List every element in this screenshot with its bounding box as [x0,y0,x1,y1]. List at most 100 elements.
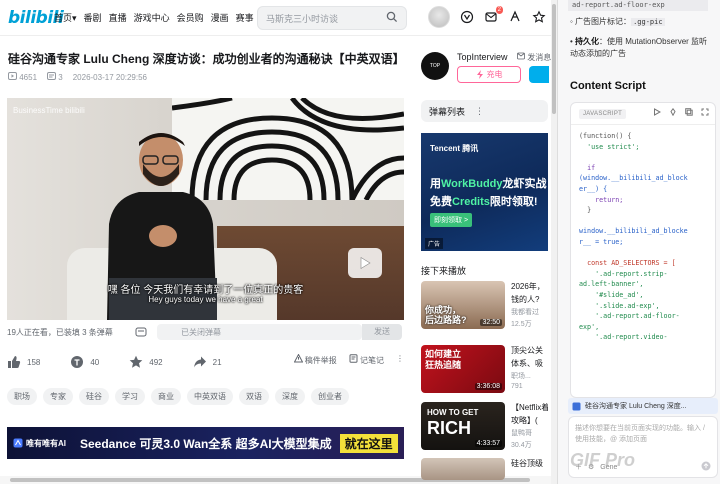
charge-button[interactable]: 充电 [457,66,521,83]
ad-label: 广告 [425,238,444,249]
danmaku-count: 3 [47,72,63,82]
play-button[interactable] [348,248,382,278]
code-language-label: JAVASCRIPT [579,108,627,119]
send-icon[interactable] [701,461,711,473]
play-count-icon [8,72,17,80]
tag[interactable]: 双语 [239,388,269,405]
user-avatar[interactable] [428,6,450,28]
tag[interactable]: 学习 [115,388,145,405]
extension-panel: ad-report.ad-floor-exp ◦ 广告图片标记： .gg-pic … [557,0,720,484]
recommend-thumbnail: 你成功， 后边路路? 32:50 [421,281,505,329]
nav-items: 首页▾ 番剧 直播 游戏中心 会员购 漫画 赛事 [54,11,254,24]
vertical-scrollbar-thumb[interactable] [552,4,556,114]
tag[interactable]: 专家 [43,388,73,405]
video-actions: 158 40 492 21 稿件举报 记笔记 ⋮ [7,352,404,372]
panel-code-snippet: ad-report.ad-floor-exp [568,0,708,11]
share-button[interactable]: 21 [193,355,222,369]
search-icon[interactable] [386,11,398,25]
recommend-thumbnail: HOW TO GET RICH 4:33:57 [421,402,505,450]
danmaku-toggle-icon[interactable] [135,326,147,340]
tag-list: 职场 专家 硅谷 学习 商业 中英双语 双语 深度 创业者 [7,388,349,405]
up-next-label: 接下来播放 [421,266,467,276]
danmaku-send-button[interactable]: 发送 [362,324,402,340]
sidebar-ad-cta[interactable]: 即刻领取 > [430,213,473,227]
danmaku-list-toggle[interactable]: 弹幕列表 ⋮ [421,100,548,122]
message-badge: 2 [495,6,503,14]
ad-banner-cta[interactable]: 就在这里 [339,433,398,453]
ad-banner-text: Seedance 可灵3.0 Wan全系 超多AI大模型集成 [80,436,332,451]
panel-bullet-persistence: • 持久化：使用 MutationObserver 监听动态添加的广告 [570,37,708,58]
like-button[interactable]: 158 [7,355,40,369]
play-icon [360,256,371,270]
expand-icon[interactable] [701,108,709,119]
nav-item-game-center[interactable]: 游戏中心 [134,11,170,24]
sidebar-ad[interactable]: Tencent 腾讯 用WorkBuddy龙虾实战 免费Credits限时领取!… [421,133,548,251]
recommend-item[interactable]: 如何建立 狂热追随 3:36:08 顶尖公关 体系、吸 职场... 791 [421,345,548,393]
send-message-link[interactable]: 发消息 [517,52,551,63]
pin-icon[interactable] [669,107,677,119]
nav-item-manga[interactable]: 漫画 [211,11,229,24]
message-icon[interactable]: 2 [484,6,503,24]
star-icon [129,355,143,368]
uploader-avatar[interactable]: TOP [421,52,449,80]
danmaku-input[interactable]: 已关闭弹幕 [157,324,362,340]
subtitle-english: Hey guys today we have a great [148,295,263,304]
recommend-thumbnail: 如何建立 狂热追随 3:36:08 [421,345,505,393]
ad-banner-brand: 唯有唯有AI [13,438,66,449]
note-button[interactable]: 记笔记 [349,354,384,366]
play-count: 4651 [8,72,37,82]
gif-watermark: GIF Pro [570,450,636,470]
vip-icon[interactable] [460,10,474,24]
search-input[interactable]: 马斯克三小时访谈 [257,6,407,30]
mail-icon [517,52,525,60]
uploader-name[interactable]: TopInterview [457,52,508,62]
note-icon [349,354,358,363]
tag[interactable]: 商业 [151,388,181,405]
nav-item-esports[interactable]: 赛事 [236,11,254,24]
viewer-count: 19人正在看，已装填 3 条弹幕 [7,327,113,337]
tag[interactable]: 深度 [275,388,305,405]
danmaku-list-more-icon[interactable]: ⋮ [475,106,484,117]
code-block-header: JAVASCRIPT [571,103,715,125]
video-meta: 4651 3 2026-03-17 20:29:56 [8,72,147,82]
ad-brand-icon [13,438,23,448]
danmaku-count-icon [47,72,57,80]
recommend-item[interactable]: 硅谷顶级 [421,458,548,480]
nav-item-live[interactable]: 直播 [109,11,127,24]
share-icon [193,356,206,368]
dynamic-icon[interactable] [508,10,522,24]
copy-icon[interactable] [685,108,693,119]
follow-button[interactable] [529,66,549,83]
recommend-item[interactable]: HOW TO GET RICH 4:33:57 【Netflix着 攻略】( 鼠… [421,402,548,450]
tag[interactable]: 创业者 [311,388,349,405]
report-button[interactable]: 稿件举报 [293,353,337,366]
nav-right: 2 [428,6,546,28]
video-player[interactable]: BusinessTime bilibili 嘿 各位 今天我们有幸请到了一位真正… [7,98,404,320]
recommend-thumbnail [421,458,505,480]
code-block: JAVASCRIPT (function() { 'use strict'; i… [570,102,716,398]
coin-button[interactable]: 40 [70,355,99,369]
bilibili-logo[interactable]: bilibili [8,8,64,28]
more-actions-icon[interactable]: ⋮ [396,354,404,366]
recommend-item[interactable]: 你成功， 后边路路? 32:50 2026年， 钱的人? 我都看过 12.5万 [421,281,548,329]
run-icon[interactable] [653,108,662,119]
favorite-button[interactable]: 492 [129,355,163,369]
like-icon [8,356,21,368]
ad-banner[interactable]: 唯有唯有AI Seedance 可灵3.0 Wan全系 超多AI大模型集成 就在… [7,427,404,459]
tag[interactable]: 中英双语 [187,388,233,405]
top-nav: bilibili 首页▾ 番剧 直播 游戏中心 会员购 漫画 赛事 马斯克三小时… [0,0,552,36]
tag[interactable]: 职场 [7,388,37,405]
tag[interactable]: 硅谷 [79,388,109,405]
lightning-icon [476,70,483,79]
nav-item-mall[interactable]: 会员购 [177,11,204,24]
nav-item-anime[interactable]: 番剧 [84,11,102,24]
favorites-icon[interactable] [532,10,546,24]
publish-time: 2026-03-17 20:29:56 [72,72,148,82]
subtitle-chinese: 嘿 各位 今天我们有幸请到了一位真正的贵客 [107,285,304,296]
page-context-chip[interactable]: 硅谷沟通专家 Lulu Cheng 深度... [568,398,718,414]
danmaku-bar: 19人正在看，已装填 3 条弹幕 已关闭弹幕 发送 [7,322,404,342]
warning-icon [293,353,303,363]
video-watermark: BusinessTime bilibili [13,106,85,115]
nav-item-home[interactable]: 首页▾ [54,11,77,24]
video-title: 硅谷沟通专家 Lulu Cheng 深度访谈：成功创业者的沟通秘诀【中英双语】 [8,52,405,66]
